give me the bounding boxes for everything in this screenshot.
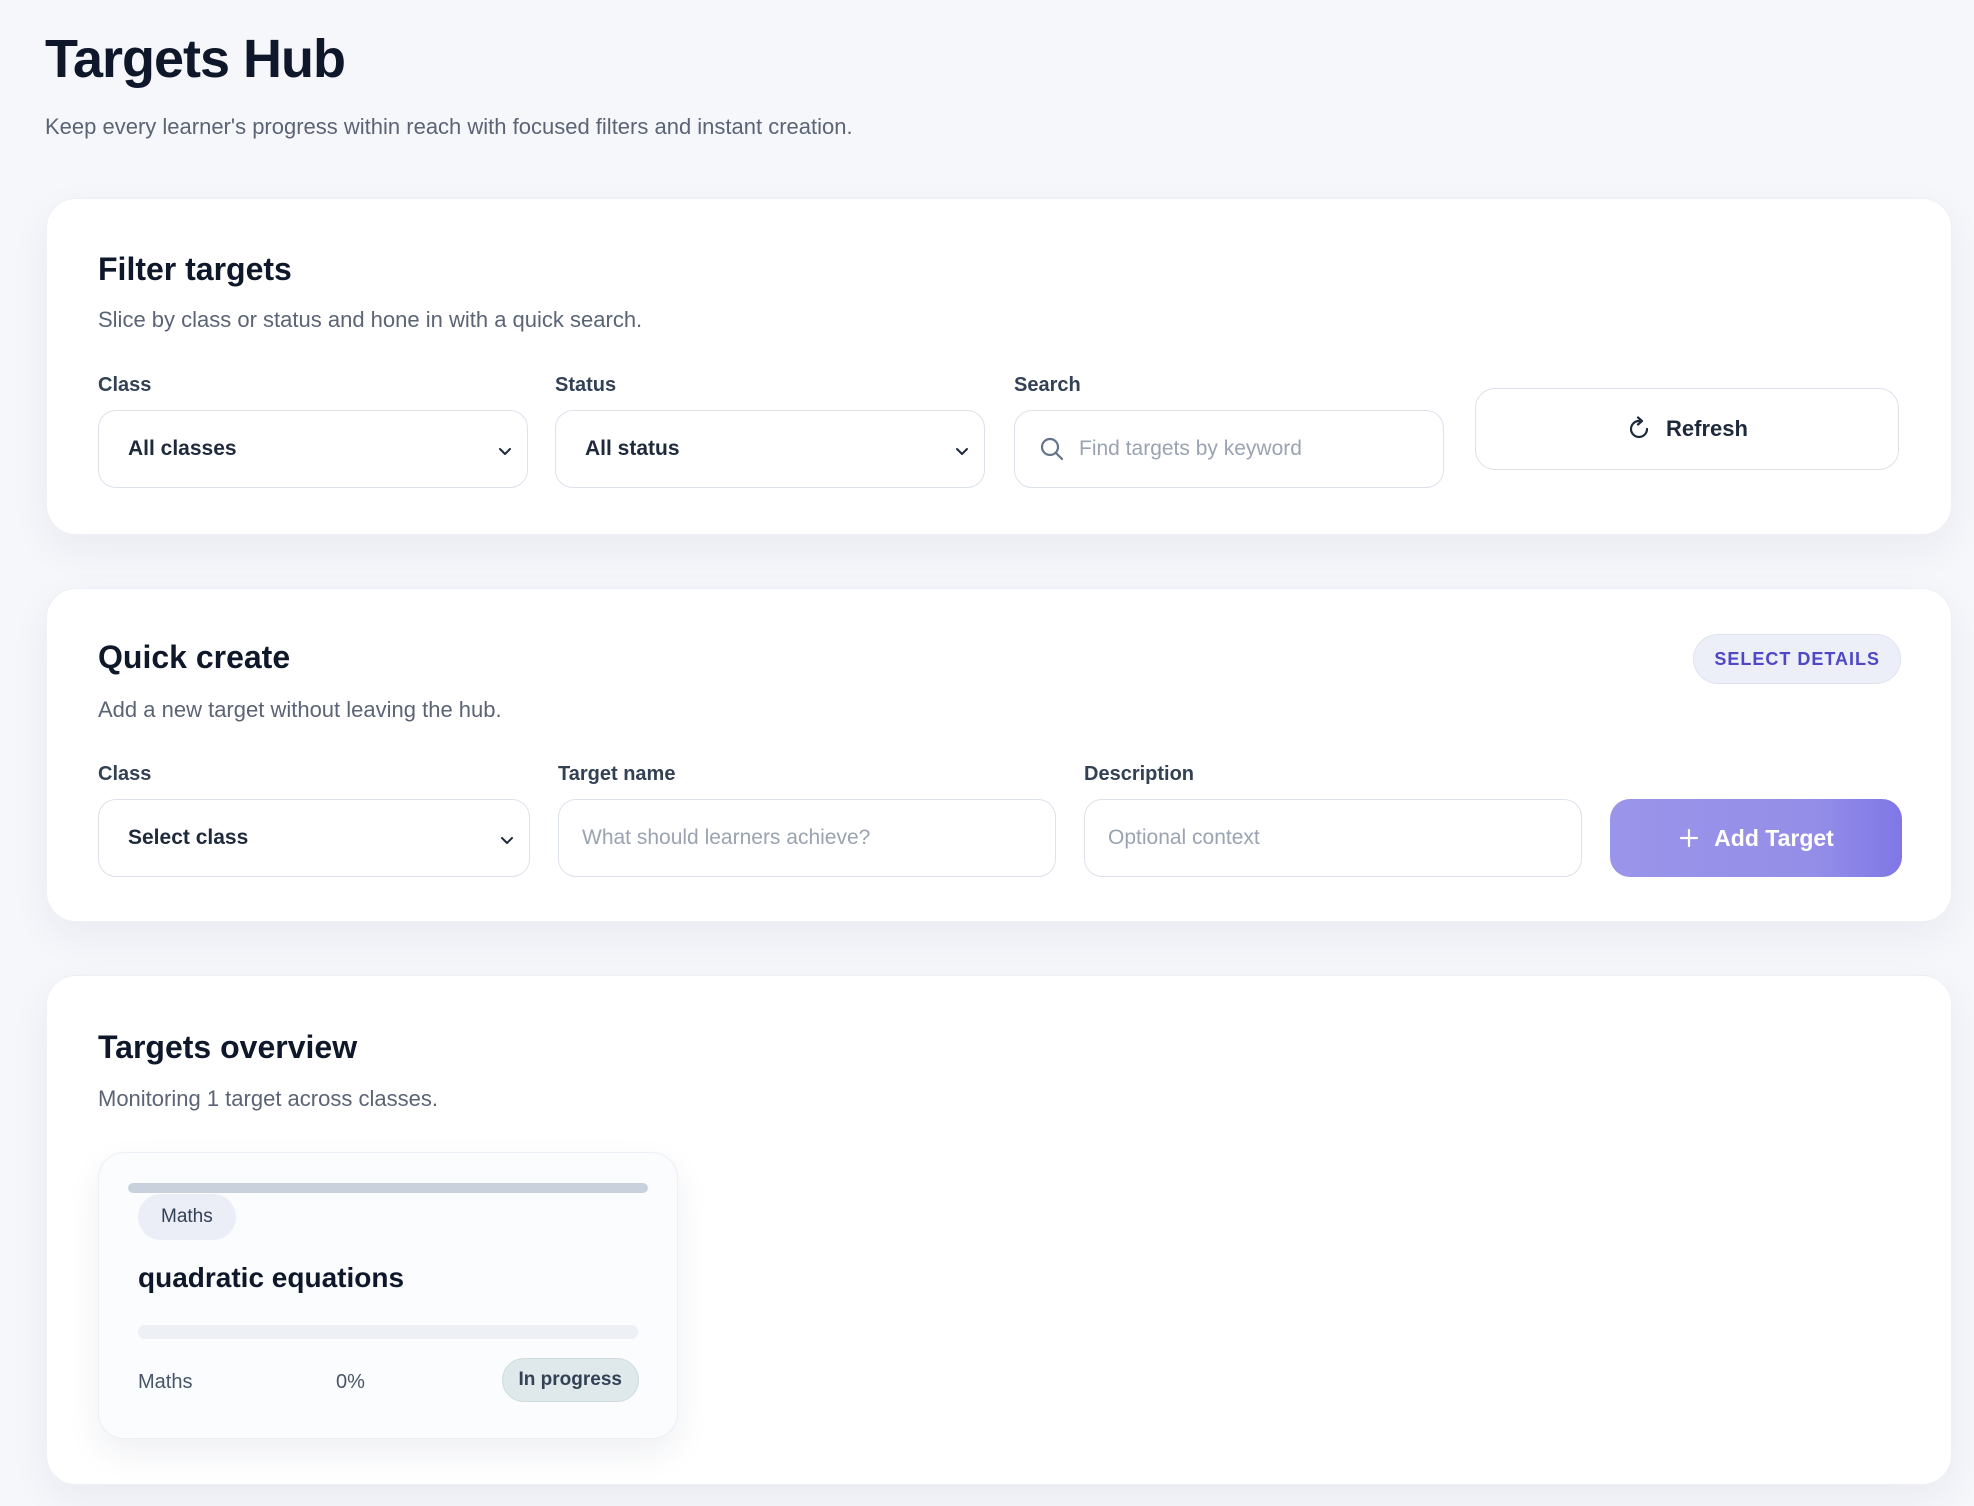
quick-create-title: Quick create <box>98 639 291 675</box>
page-subtitle: Keep every learner's progress within rea… <box>45 114 853 139</box>
target-name-label: Target name <box>558 763 676 785</box>
chevron-down-icon <box>499 448 511 455</box>
class-filter-label: Class <box>98 374 152 396</box>
target-name-placeholder: What should learners achieve? <box>582 826 871 849</box>
targets-hub-page: Targets Hub Keep every learner's progres… <box>0 0 1974 1506</box>
description-input[interactable]: Optional context <box>1084 799 1582 877</box>
target-progress-label: 0% <box>336 1371 365 1393</box>
target-progress-bar <box>138 1325 638 1339</box>
add-target-button[interactable]: Add Target <box>1610 799 1902 877</box>
search-placeholder: Find targets by keyword <box>1079 437 1302 460</box>
create-class-label: Class <box>98 763 152 785</box>
search-icon <box>1040 437 1064 461</box>
refresh-button-label: Refresh <box>1666 416 1748 441</box>
overview-title: Targets overview <box>98 1029 358 1065</box>
search-input[interactable]: Find targets by keyword <box>1014 410 1444 488</box>
filter-card: Filter targets Slice by class or status … <box>46 198 1952 535</box>
page-title: Targets Hub <box>45 29 346 89</box>
search-label: Search <box>1014 374 1081 396</box>
chevron-down-icon <box>501 837 513 844</box>
target-card[interactable]: Maths quadratic equations Maths 0% In pr… <box>98 1152 678 1439</box>
overview-subtitle: Monitoring 1 target across classes. <box>98 1086 438 1111</box>
refresh-icon <box>1629 416 1649 439</box>
create-class-select[interactable]: Select class <box>98 799 530 877</box>
quick-create-card: Quick create Add a new target without le… <box>46 588 1952 922</box>
status-filter-label: Status <box>555 374 617 396</box>
filter-card-subtitle: Slice by class or status and hone in wit… <box>98 307 643 332</box>
target-name-input[interactable]: What should learners achieve? <box>558 799 1056 877</box>
filter-card-title: Filter targets <box>98 251 292 287</box>
target-class-pill: Maths <box>138 1194 236 1240</box>
targets-overview-card: Targets overview Monitoring 1 target acr… <box>46 975 1952 1485</box>
description-label: Description <box>1084 763 1195 785</box>
select-details-badge: SELECT DETAILS <box>1693 634 1901 684</box>
class-filter-select[interactable]: All classes <box>98 410 528 488</box>
class-filter-value: All classes <box>128 437 237 460</box>
target-status-badge: In progress <box>501 1358 639 1402</box>
add-target-label: Add Target <box>1714 824 1834 851</box>
chevron-down-icon <box>956 448 968 455</box>
refresh-button[interactable]: Refresh <box>1475 388 1899 470</box>
status-filter-select[interactable]: All status <box>555 410 985 488</box>
create-class-value: Select class <box>128 826 249 849</box>
status-filter-value: All status <box>585 437 680 460</box>
plus-icon <box>1680 828 1699 848</box>
description-placeholder: Optional context <box>1108 826 1260 849</box>
target-card-accent-bar <box>128 1183 648 1193</box>
target-name: quadratic equations <box>138 1262 405 1293</box>
target-class: Maths <box>138 1371 193 1393</box>
quick-create-subtitle: Add a new target without leaving the hub… <box>98 697 502 722</box>
